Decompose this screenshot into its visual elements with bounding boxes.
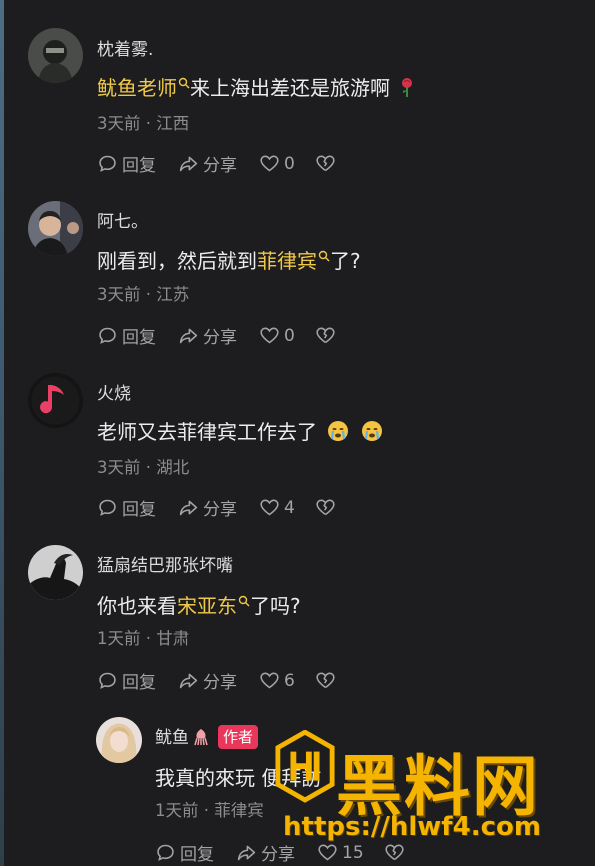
avatar[interactable] xyxy=(28,28,83,83)
share-button[interactable]: 分享 xyxy=(178,323,237,348)
reply-button[interactable]: 回复 xyxy=(97,323,156,348)
search-link[interactable]: 菲律宾 xyxy=(257,249,330,273)
heart-icon xyxy=(260,155,279,172)
reply-meta: 1天前 · 菲律宾 xyxy=(155,801,264,820)
reply-icon xyxy=(99,327,116,344)
comment-meta: 3天前 · 江苏 xyxy=(97,285,190,304)
dislike-button[interactable] xyxy=(315,153,336,174)
broken-heart-icon xyxy=(316,499,335,516)
reply-icon xyxy=(99,155,116,172)
search-link[interactable]: 鱿鱼老师 xyxy=(97,76,190,100)
reply-username: 鱿鱼 作者 xyxy=(155,723,259,749)
reply-button[interactable]: 回复 xyxy=(155,840,214,865)
comment-username[interactable]: 猛扇结巴那张坏嘴 xyxy=(97,551,233,576)
avatar[interactable] xyxy=(28,545,83,600)
dislike-button[interactable] xyxy=(315,325,336,346)
crying-face-icon xyxy=(361,420,383,442)
like-button[interactable]: 4 xyxy=(259,497,295,518)
comment-actions: 回复 分享 4 xyxy=(97,495,358,520)
avatar[interactable] xyxy=(96,717,142,763)
comment-meta: 3天前 · 江西 xyxy=(97,114,190,133)
share-button[interactable]: 分享 xyxy=(178,151,237,176)
heart-icon xyxy=(260,499,279,516)
reply-button[interactable]: 回复 xyxy=(97,668,156,693)
avatar[interactable] xyxy=(28,201,83,256)
search-link[interactable]: 宋亚东 xyxy=(177,594,250,618)
watermark-url: https://hlwf4.com xyxy=(283,812,541,842)
comment-text: 鱿鱼老师 来上海出差还是旅游啊 xyxy=(97,70,418,101)
broken-heart-icon xyxy=(316,672,335,689)
like-button[interactable]: 0 xyxy=(259,153,295,174)
comment-actions: 回复 分享 6 xyxy=(97,668,358,693)
reply-button[interactable]: 回复 xyxy=(97,151,156,176)
comment-text: 老师又去菲律宾工作去了 xyxy=(97,416,383,445)
share-arrow-icon xyxy=(179,328,198,344)
comment-meta: 1天前 · 甘肃 xyxy=(97,629,190,648)
search-icon xyxy=(238,588,250,607)
share-arrow-icon xyxy=(179,500,198,516)
comment-username[interactable]: 火烧 xyxy=(97,379,131,404)
comment-username[interactable]: 阿七。 xyxy=(97,207,148,232)
avatar[interactable] xyxy=(28,373,83,428)
window-edge-strip xyxy=(0,0,4,866)
share-arrow-icon xyxy=(179,156,198,172)
share-arrow-icon xyxy=(237,845,256,861)
author-badge: 作者 xyxy=(218,725,259,749)
crying-face-icon xyxy=(327,420,349,442)
search-icon xyxy=(178,70,190,89)
reply-icon xyxy=(99,672,116,689)
comment-username[interactable]: 枕着雾. xyxy=(97,35,153,60)
broken-heart-icon xyxy=(316,155,335,172)
comment-actions: 回复 分享 0 xyxy=(97,323,358,348)
reply-icon xyxy=(99,499,116,516)
reply-button[interactable]: 回复 xyxy=(97,495,156,520)
like-button[interactable]: 0 xyxy=(259,325,295,346)
heart-icon xyxy=(260,327,279,344)
reply-icon xyxy=(157,844,174,861)
squid-icon xyxy=(192,728,210,746)
rose-icon xyxy=(396,76,418,98)
comment-actions: 回复 分享 0 xyxy=(97,151,358,176)
comment-text: 刚看到，然后就到菲律宾 了? xyxy=(97,243,361,274)
like-button[interactable]: 6 xyxy=(259,670,295,691)
dislike-button[interactable] xyxy=(315,497,336,518)
share-button[interactable]: 分享 xyxy=(178,495,237,520)
share-button[interactable]: 分享 xyxy=(178,668,237,693)
search-icon xyxy=(318,243,330,262)
share-arrow-icon xyxy=(179,673,198,689)
comment-text: 你也来看宋亚东 了吗? xyxy=(97,588,301,619)
dislike-button[interactable] xyxy=(315,670,336,691)
comment-meta: 3天前 · 湖北 xyxy=(97,458,190,477)
broken-heart-icon xyxy=(316,327,335,344)
heart-icon xyxy=(260,672,279,689)
